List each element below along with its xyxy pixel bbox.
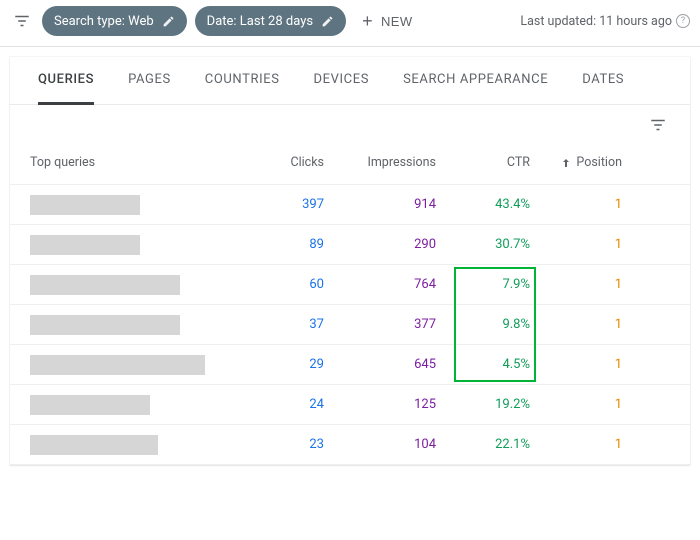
ctr-value: 22.1% — [436, 437, 530, 452]
clicks-value: 24 — [240, 397, 324, 412]
table-filter-icon[interactable] — [646, 113, 670, 137]
redacted-query — [30, 435, 158, 455]
impressions-value: 290 — [324, 237, 436, 252]
chip-search-type[interactable]: Search type: Web — [42, 6, 187, 36]
query-cell — [30, 355, 240, 375]
col-header-clicks[interactable]: Clicks — [240, 155, 324, 170]
clicks-value: 397 — [240, 197, 324, 212]
tab-devices[interactable]: DEVICES — [314, 57, 370, 105]
ctr-value: 7.9% — [436, 277, 530, 292]
plus-icon: + — [362, 11, 373, 32]
redacted-query — [30, 315, 180, 335]
dimension-tabs: QUERIES PAGES COUNTRIES DEVICES SEARCH APPEA… — [10, 57, 690, 105]
queries-table: Top queries Clicks Impressions CTR Posit… — [10, 141, 690, 465]
pencil-icon — [162, 15, 175, 28]
filter-toolbar: Search type: Web Date: Last 28 days + NE… — [0, 0, 700, 47]
pencil-icon — [321, 15, 334, 28]
query-cell — [30, 195, 240, 215]
tab-dates[interactable]: DATES — [582, 57, 624, 105]
clicks-value: 29 — [240, 357, 324, 372]
add-filter-button[interactable]: + NEW — [354, 6, 420, 36]
redacted-query — [30, 195, 140, 215]
col-header-ctr[interactable]: CTR — [436, 155, 530, 170]
ctr-value: 19.2% — [436, 397, 530, 412]
tab-search-appearance[interactable]: SEARCH APPEARANCE — [403, 57, 548, 105]
ctr-value: 9.8% — [436, 317, 530, 332]
add-filter-label: NEW — [381, 14, 413, 29]
ctr-value: 30.7% — [436, 237, 530, 252]
clicks-value: 37 — [240, 317, 324, 332]
impressions-value: 764 — [324, 277, 436, 292]
clicks-value: 89 — [240, 237, 324, 252]
ctr-value: 43.4% — [436, 197, 530, 212]
redacted-query — [30, 235, 140, 255]
col-header-position-label: Position — [576, 155, 622, 170]
redacted-query — [30, 395, 150, 415]
query-cell — [30, 275, 240, 295]
query-cell — [30, 315, 240, 335]
tab-queries[interactable]: QUERIES — [38, 57, 94, 105]
table-row[interactable]: 373779.8%1 — [10, 305, 690, 345]
query-cell — [30, 435, 240, 455]
col-header-position[interactable]: Position — [530, 155, 622, 170]
table-row[interactable]: 39791443.4%1 — [10, 185, 690, 225]
help-icon[interactable]: ? — [676, 14, 690, 28]
table-row[interactable]: 2412519.2%1 — [10, 385, 690, 425]
filter-icon[interactable] — [10, 9, 34, 33]
table-row[interactable]: 296454.5%1 — [10, 345, 690, 385]
impressions-value: 914 — [324, 197, 436, 212]
tab-countries[interactable]: COUNTRIES — [205, 57, 280, 105]
last-updated-value: Last updated: 11 hours ago — [520, 14, 672, 29]
position-value: 1 — [530, 317, 622, 332]
impressions-value: 645 — [324, 357, 436, 372]
redacted-query — [30, 275, 180, 295]
position-value: 1 — [530, 237, 622, 252]
position-value: 1 — [530, 277, 622, 292]
query-cell — [30, 235, 240, 255]
table-header-row: Top queries Clicks Impressions CTR Posit… — [10, 141, 690, 185]
position-value: 1 — [530, 357, 622, 372]
query-cell — [30, 395, 240, 415]
table-row[interactable]: 2310422.1%1 — [10, 425, 690, 465]
redacted-query — [30, 355, 205, 375]
impressions-value: 104 — [324, 437, 436, 452]
col-header-query[interactable]: Top queries — [30, 155, 240, 170]
impressions-value: 125 — [324, 397, 436, 412]
position-value: 1 — [530, 397, 622, 412]
last-updated-text: Last updated: 11 hours ago ? — [520, 14, 690, 29]
impressions-value: 377 — [324, 317, 436, 332]
performance-table-card: QUERIES PAGES COUNTRIES DEVICES SEARCH APPEA… — [10, 57, 690, 465]
clicks-value: 23 — [240, 437, 324, 452]
clicks-value: 60 — [240, 277, 324, 292]
col-header-impressions[interactable]: Impressions — [324, 155, 436, 170]
table-row[interactable]: 8929030.7%1 — [10, 225, 690, 265]
ctr-value: 4.5% — [436, 357, 530, 372]
chip-date-range-label: Date: Last 28 days — [207, 14, 313, 29]
tab-pages[interactable]: PAGES — [128, 57, 171, 105]
position-value: 1 — [530, 437, 622, 452]
sort-arrow-icon — [560, 157, 572, 169]
table-row[interactable]: 607647.9%1 — [10, 265, 690, 305]
chip-date-range[interactable]: Date: Last 28 days — [195, 6, 346, 36]
chip-search-type-label: Search type: Web — [54, 14, 154, 29]
position-value: 1 — [530, 197, 622, 212]
